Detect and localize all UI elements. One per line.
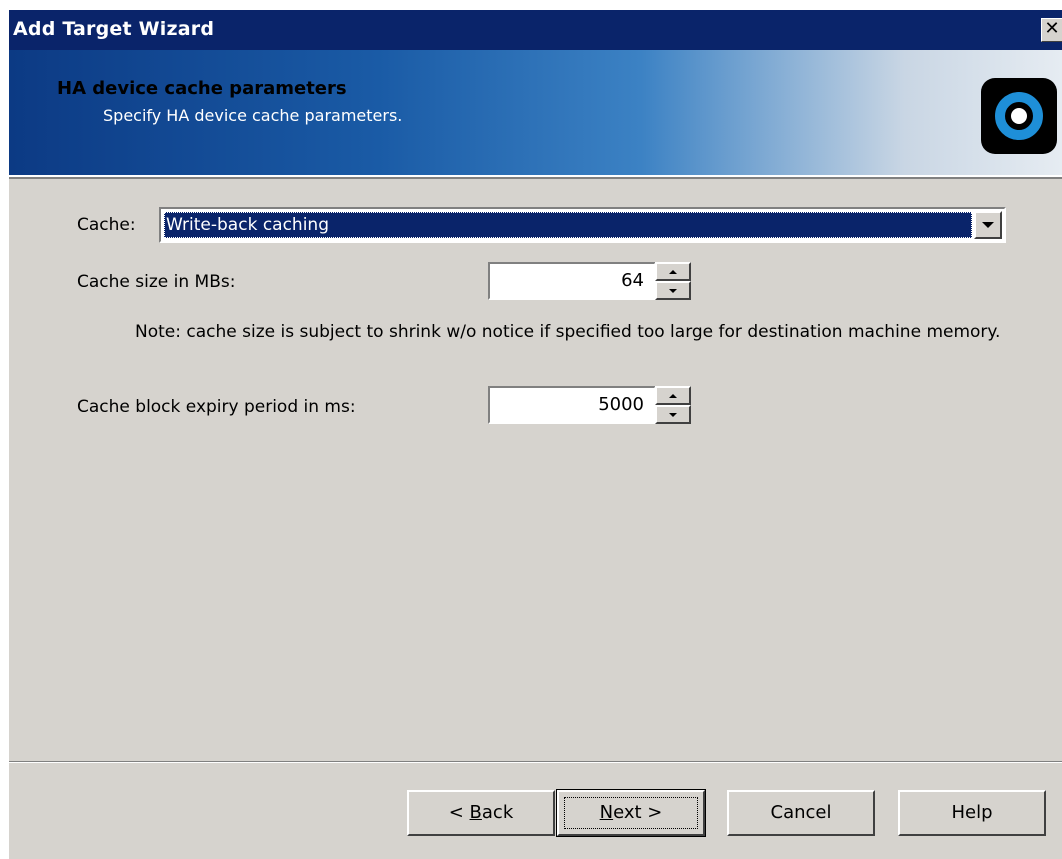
cache-mode-select[interactable]: Write-back caching <box>159 207 1006 243</box>
cache-size-increment-button[interactable] <box>655 262 691 281</box>
cache-mode-selected-value: Write-back caching <box>164 212 972 238</box>
title-bar[interactable]: Add Target Wizard ✕ <box>9 10 1062 50</box>
footer-divider-highlight <box>9 762 1062 763</box>
next-button[interactable]: Next > <box>556 789 706 837</box>
back-mnemonic: B <box>469 802 482 823</box>
expiry-period-input[interactable]: 5000 <box>488 386 656 424</box>
cache-size-input[interactable]: 64 <box>488 262 656 300</box>
arrow-up-icon <box>669 393 677 398</box>
arrow-down-icon <box>669 288 677 293</box>
cancel-button-label: Cancel <box>770 802 832 823</box>
wizard-header-banner: HA device cache parameters Specify HA de… <box>9 50 1062 179</box>
starwind-logo-icon <box>981 78 1057 154</box>
cache-size-stepper <box>655 262 691 300</box>
cache-size-decrement-button[interactable] <box>655 281 691 300</box>
expiry-increment-button[interactable] <box>655 386 691 405</box>
add-target-wizard-window: Add Target Wizard ✕ HA device cache para… <box>8 10 1062 859</box>
page-title: HA device cache parameters <box>57 78 347 99</box>
back-button[interactable]: < Back <box>407 790 555 836</box>
cache-mode-dropdown-button[interactable] <box>974 211 1002 239</box>
cache-label: Cache: <box>77 215 136 235</box>
back-button-label: < Back <box>449 802 514 823</box>
cancel-button[interactable]: Cancel <box>727 790 875 836</box>
next-mnemonic: N <box>599 802 614 823</box>
window-title: Add Target Wizard <box>13 18 215 40</box>
next-button-label: Next > <box>600 802 663 823</box>
next-rest: ext > <box>613 802 663 823</box>
expiry-decrement-button[interactable] <box>655 405 691 424</box>
help-button[interactable]: Help <box>898 790 1046 836</box>
expiry-period-stepper <box>655 386 691 424</box>
cache-size-note: Note: cache size is subject to shrink w/… <box>135 322 1001 342</box>
help-button-label: Help <box>951 802 993 823</box>
back-rest: ack <box>481 802 514 823</box>
chevron-down-icon <box>982 222 994 228</box>
cache-size-label: Cache size in MBs: <box>77 272 236 292</box>
close-button[interactable]: ✕ <box>1041 18 1062 42</box>
close-icon: ✕ <box>1044 18 1060 39</box>
expiry-period-label: Cache block expiry period in ms: <box>77 397 356 417</box>
arrow-up-icon <box>669 269 677 274</box>
back-prefix: < <box>448 802 470 823</box>
page-subtitle: Specify HA device cache parameters. <box>103 106 403 125</box>
arrow-down-icon <box>669 412 677 417</box>
